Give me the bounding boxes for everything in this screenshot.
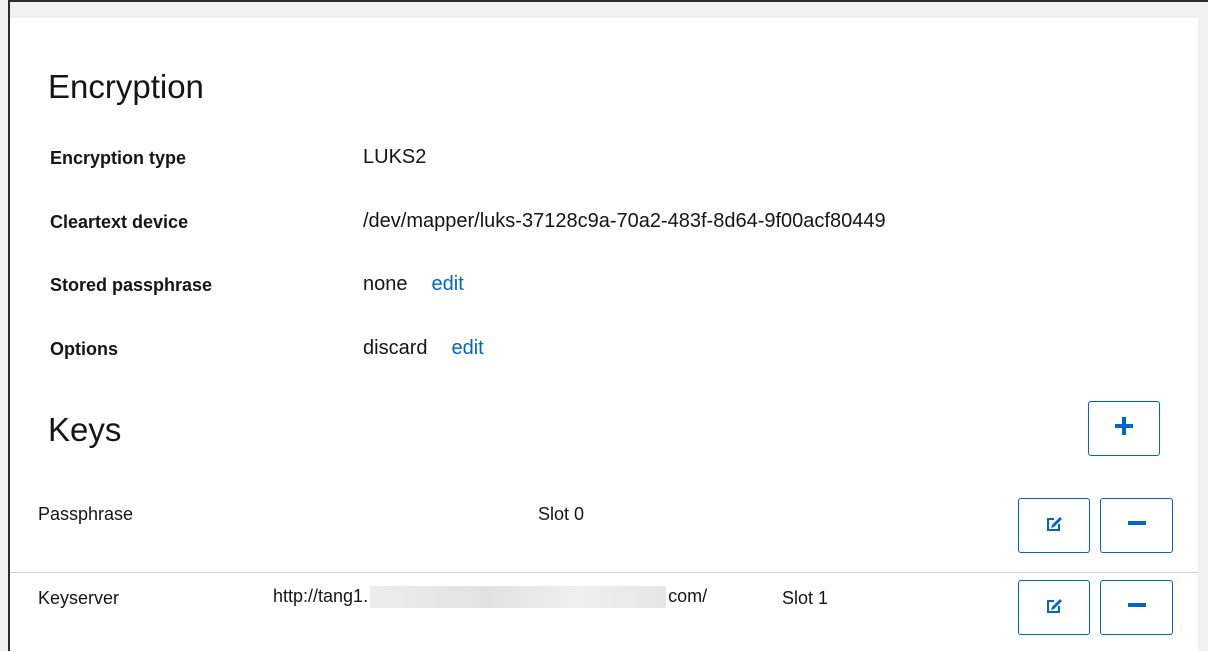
stored-passphrase-edit-link[interactable]: edit bbox=[432, 273, 464, 295]
add-key-button[interactable] bbox=[1088, 401, 1160, 456]
key-slot: Slot 1 bbox=[782, 588, 829, 608]
key-divider bbox=[10, 572, 1198, 573]
edit-icon bbox=[1044, 513, 1064, 538]
key-row-keyserver: Keyserver http://tang1. com/ Slot 1 bbox=[10, 574, 1198, 652]
stored-passphrase-value: none bbox=[363, 273, 408, 295]
options-label: Options bbox=[50, 339, 118, 359]
key-type: Passphrase bbox=[38, 504, 134, 524]
options-edit-link[interactable]: edit bbox=[451, 337, 483, 359]
edit-icon bbox=[1044, 595, 1064, 620]
plus-icon bbox=[1113, 415, 1135, 442]
stored-passphrase-label: Stored passphrase bbox=[50, 275, 213, 295]
keyserver-url-prefix: http://tang1. bbox=[273, 586, 369, 606]
key-type: Keyserver bbox=[38, 588, 120, 608]
keys-title: Keys bbox=[48, 411, 122, 448]
cleartext-device-value: /dev/mapper/luks-37128c9a-70a2-483f-8d64… bbox=[363, 210, 886, 232]
redacted-region bbox=[370, 586, 667, 609]
minus-icon bbox=[1126, 594, 1148, 621]
key-slot: Slot 0 bbox=[538, 504, 585, 524]
key-row-passphrase: Passphrase Slot 0 bbox=[10, 494, 1198, 572]
edit-key-button[interactable] bbox=[1018, 498, 1090, 553]
remove-key-button[interactable] bbox=[1100, 498, 1173, 553]
encryption-type-value: LUKS2 bbox=[363, 146, 427, 168]
encryption-type-label: Encryption type bbox=[50, 148, 187, 168]
minus-icon bbox=[1126, 512, 1148, 539]
encryption-title: Encryption bbox=[48, 68, 204, 105]
keyserver-url-suffix: com/ bbox=[668, 586, 708, 606]
stored-passphrase-row: none edit bbox=[363, 273, 464, 296]
options-value: discard bbox=[363, 337, 428, 359]
remove-key-button[interactable] bbox=[1100, 580, 1173, 635]
window-border-top bbox=[8, 0, 1208, 2]
encryption-card: Encryption Encryption type LUKS2 Clearte… bbox=[10, 18, 1198, 651]
cleartext-device-label: Cleartext device bbox=[50, 212, 189, 232]
keyserver-url: http://tang1. com/ bbox=[273, 586, 708, 609]
edit-key-button[interactable] bbox=[1018, 580, 1090, 635]
options-row: discard edit bbox=[363, 337, 484, 360]
